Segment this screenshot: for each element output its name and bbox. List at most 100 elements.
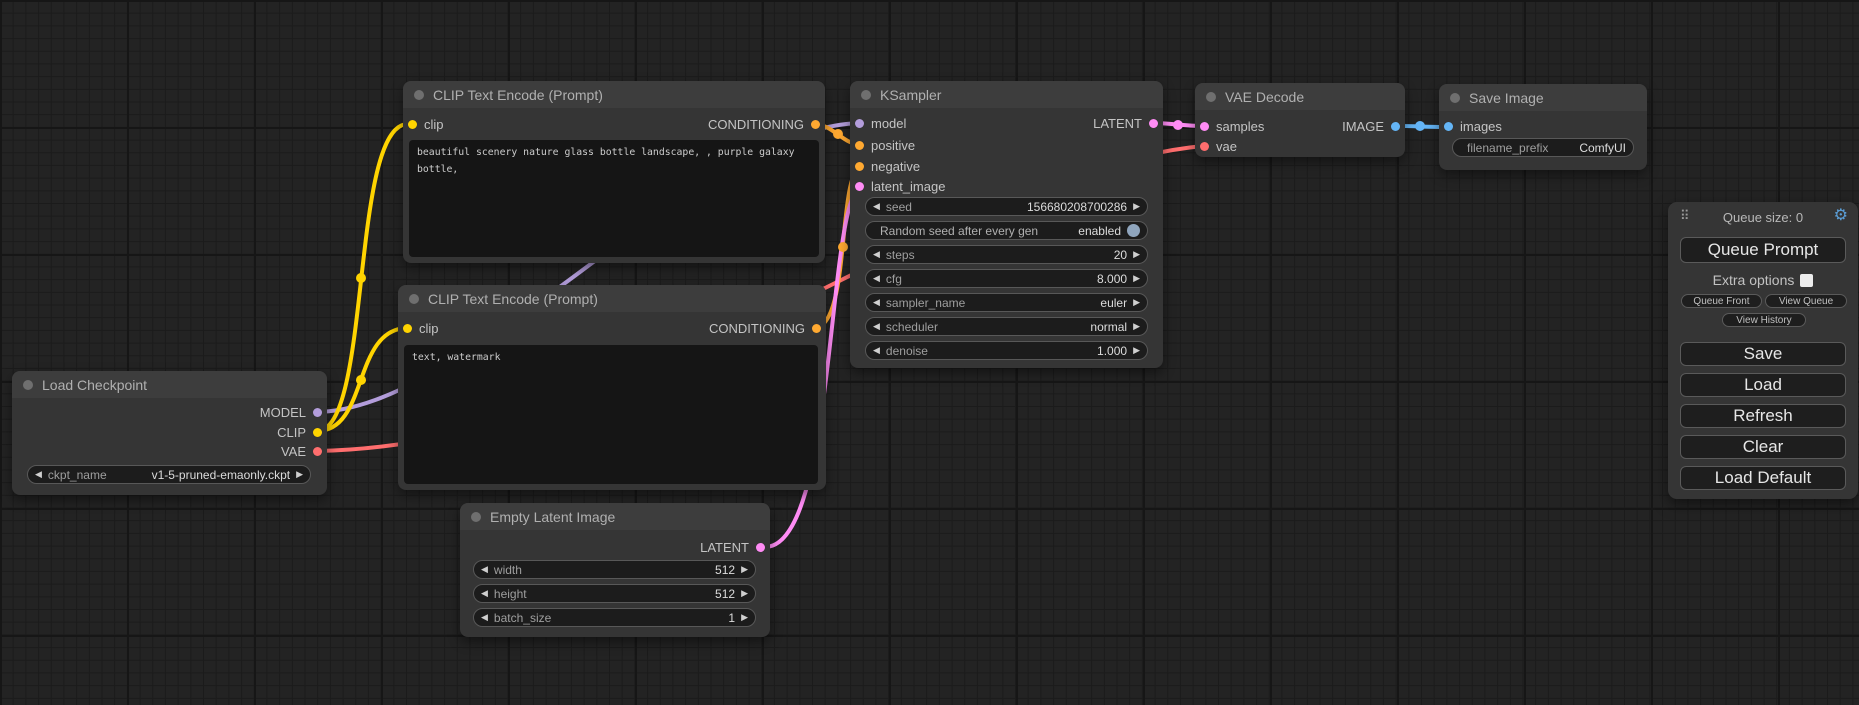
clip-port-icon[interactable] [403, 324, 412, 333]
latent-port-icon[interactable] [756, 543, 765, 552]
collapse-dot-icon[interactable] [861, 90, 871, 100]
seed-widget[interactable]: ◀ seed 156680208700286 ▶ [865, 197, 1148, 216]
increment-arrow-icon[interactable]: ▶ [1133, 322, 1140, 331]
positive-prompt-textarea[interactable]: beautiful scenery nature glass bottle la… [409, 140, 819, 257]
save-button[interactable]: Save [1680, 342, 1846, 366]
widget-label: denoise [886, 344, 928, 358]
load-default-button[interactable]: Load Default [1680, 466, 1846, 490]
toggle-on-icon[interactable] [1127, 224, 1140, 237]
decrement-arrow-icon[interactable]: ◀ [873, 322, 880, 331]
collapse-dot-icon[interactable] [1450, 93, 1460, 103]
increment-arrow-icon[interactable]: ▶ [1133, 346, 1140, 355]
view-history-button[interactable]: View History [1722, 313, 1806, 327]
decrement-arrow-icon[interactable]: ◀ [481, 565, 488, 574]
collapse-dot-icon[interactable] [1206, 92, 1216, 102]
node-empty-latent-image: Empty Latent Image LATENT ◀ width 512 ▶ … [460, 503, 770, 637]
output-slot-conditioning[interactable]: CONDITIONING [709, 320, 826, 337]
queue-prompt-button[interactable]: Queue Prompt [1680, 237, 1846, 263]
decrement-arrow-icon[interactable]: ◀ [873, 274, 880, 283]
view-queue-button[interactable]: View Queue [1765, 294, 1847, 308]
refresh-button[interactable]: Refresh [1680, 404, 1846, 428]
ckpt-name-widget[interactable]: ◀ ckpt_name v1-5-pruned-emaonly.ckpt ▶ [27, 465, 311, 484]
increment-arrow-icon[interactable]: ▶ [741, 589, 748, 598]
conditioning-port-icon[interactable] [855, 141, 864, 150]
latent-port-icon[interactable] [1200, 122, 1209, 131]
increment-arrow-icon[interactable]: ▶ [1133, 250, 1140, 259]
denoise-widget[interactable]: ◀ denoise 1.000 ▶ [865, 341, 1148, 360]
width-widget[interactable]: ◀ width 512 ▶ [473, 560, 756, 579]
node-title-bar[interactable]: Load Checkpoint [12, 371, 327, 398]
cfg-widget[interactable]: ◀ cfg 8.000 ▶ [865, 269, 1148, 288]
image-port-icon[interactable] [1391, 122, 1400, 131]
decrement-arrow-icon[interactable]: ◀ [481, 613, 488, 622]
input-slot-clip[interactable]: clip [403, 116, 444, 133]
vae-port-icon[interactable] [313, 447, 322, 456]
output-slot-vae[interactable]: VAE [281, 443, 327, 460]
input-slot-images[interactable]: images [1439, 118, 1502, 135]
widget-value: euler [1100, 296, 1127, 310]
collapse-dot-icon[interactable] [409, 294, 419, 304]
input-slot-clip[interactable]: clip [398, 320, 439, 337]
output-slot-image[interactable]: IMAGE [1342, 118, 1405, 135]
input-slot-model[interactable]: model [850, 115, 906, 132]
decrement-arrow-icon[interactable]: ◀ [35, 470, 42, 479]
increment-arrow-icon[interactable]: ▶ [741, 565, 748, 574]
conditioning-port-icon[interactable] [812, 324, 821, 333]
output-slot-conditioning[interactable]: CONDITIONING [708, 116, 825, 133]
batch-size-widget[interactable]: ◀ batch_size 1 ▶ [473, 608, 756, 627]
model-port-icon[interactable] [855, 119, 864, 128]
decrement-arrow-icon[interactable]: ◀ [873, 298, 880, 307]
collapse-dot-icon[interactable] [414, 90, 424, 100]
input-slot-samples[interactable]: samples [1195, 118, 1264, 135]
conditioning-port-icon[interactable] [811, 120, 820, 129]
decrement-arrow-icon[interactable]: ◀ [873, 250, 880, 259]
drag-handle-icon[interactable]: ⠿ [1680, 209, 1690, 222]
increment-arrow-icon[interactable]: ▶ [741, 613, 748, 622]
model-port-icon[interactable] [313, 408, 322, 417]
negative-prompt-textarea[interactable]: text, watermark [404, 345, 818, 484]
latent-port-icon[interactable] [855, 182, 864, 191]
decrement-arrow-icon[interactable]: ◀ [481, 589, 488, 598]
input-slot-positive[interactable]: positive [850, 137, 915, 154]
increment-arrow-icon[interactable]: ▶ [1133, 298, 1140, 307]
node-title-bar[interactable]: VAE Decode [1195, 83, 1405, 110]
input-slot-vae[interactable]: vae [1195, 138, 1237, 155]
increment-arrow-icon[interactable]: ▶ [1133, 274, 1140, 283]
collapse-dot-icon[interactable] [471, 512, 481, 522]
output-slot-latent[interactable]: LATENT [1093, 115, 1163, 132]
output-slot-model[interactable]: MODEL [260, 404, 327, 421]
increment-arrow-icon[interactable]: ▶ [296, 470, 303, 479]
node-title-bar[interactable]: CLIP Text Encode (Prompt) [403, 81, 825, 108]
extra-options-checkbox[interactable] [1800, 274, 1813, 287]
decrement-arrow-icon[interactable]: ◀ [873, 346, 880, 355]
steps-widget[interactable]: ◀ steps 20 ▶ [865, 245, 1148, 264]
sampler-name-widget[interactable]: ◀ sampler_name euler ▶ [865, 293, 1148, 312]
increment-arrow-icon[interactable]: ▶ [1133, 202, 1140, 211]
scheduler-widget[interactable]: ◀ scheduler normal ▶ [865, 317, 1148, 336]
node-title-bar[interactable]: Empty Latent Image [460, 503, 770, 530]
output-slot-clip[interactable]: CLIP [277, 424, 327, 441]
clip-port-icon[interactable] [408, 120, 417, 129]
filename-prefix-widget[interactable]: filename_prefix ComfyUI [1452, 138, 1634, 157]
node-title-bar[interactable]: KSampler [850, 81, 1163, 108]
gear-icon[interactable]: ⚙ [1834, 208, 1848, 224]
height-widget[interactable]: ◀ height 512 ▶ [473, 584, 756, 603]
clear-button[interactable]: Clear [1680, 435, 1846, 459]
random-seed-toggle[interactable]: Random seed after every gen enabled [865, 221, 1148, 240]
input-slot-negative[interactable]: negative [850, 158, 920, 175]
load-button[interactable]: Load [1680, 373, 1846, 397]
decrement-arrow-icon[interactable]: ◀ [873, 202, 880, 211]
vae-port-icon[interactable] [1200, 142, 1209, 151]
node-canvas[interactable]: Load Checkpoint MODEL CLIP VAE ◀ ckpt_na… [0, 0, 1859, 705]
output-slot-latent[interactable]: LATENT [700, 539, 770, 556]
input-slot-latent-image[interactable]: latent_image [850, 178, 945, 195]
node-title-bar[interactable]: Save Image [1439, 84, 1647, 111]
latent-port-icon[interactable] [1149, 119, 1158, 128]
image-port-icon[interactable] [1444, 122, 1453, 131]
collapse-dot-icon[interactable] [23, 380, 33, 390]
node-ksampler: KSampler model positive negative latent_… [850, 81, 1163, 368]
clip-port-icon[interactable] [313, 428, 322, 437]
node-title-bar[interactable]: CLIP Text Encode (Prompt) [398, 285, 826, 312]
queue-front-button[interactable]: Queue Front [1681, 294, 1762, 308]
conditioning-port-icon[interactable] [855, 162, 864, 171]
